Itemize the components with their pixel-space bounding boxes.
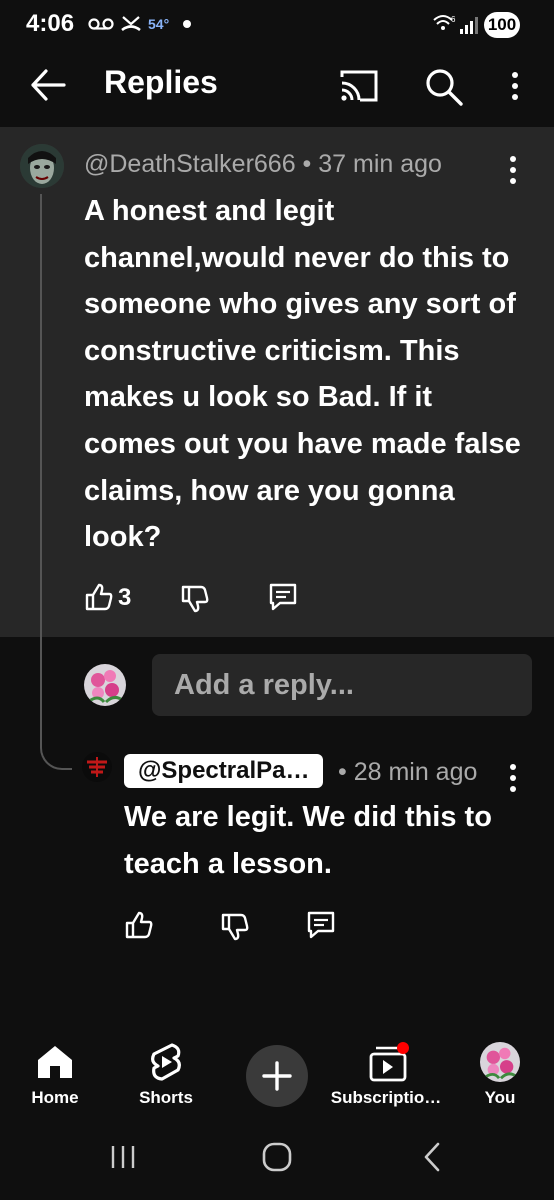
- reply-to-reply-icon[interactable]: [306, 910, 336, 940]
- system-navigation-bar: [0, 1130, 554, 1200]
- recent-apps-icon[interactable]: [110, 1144, 136, 1170]
- like-icon[interactable]: [84, 582, 114, 612]
- missed-call-icon: [121, 16, 141, 32]
- reply-dislike-icon[interactable]: [220, 912, 250, 942]
- reply-age: • 28 min ago: [338, 758, 478, 786]
- cast-icon[interactable]: [338, 68, 380, 104]
- weather-temperature: 54°: [148, 16, 170, 32]
- comment-meta: @DeathStalker666 • 37 min ago: [84, 150, 442, 179]
- status-bar: 4:06 54° 6 100: [0, 0, 554, 50]
- svg-text:6: 6: [451, 15, 456, 24]
- reply-comment-icon[interactable]: [268, 582, 298, 612]
- voicemail-icon: [88, 18, 114, 30]
- nav-subscriptions-label: Subscriptio…: [330, 1088, 442, 1107]
- search-icon[interactable]: [424, 67, 464, 107]
- subscriptions-icon: [369, 1042, 409, 1082]
- status-notification-icons: 54°: [88, 14, 192, 34]
- more-vert-icon[interactable]: [511, 72, 519, 100]
- profile-avatar: [480, 1042, 520, 1082]
- status-time: 4:06: [26, 10, 75, 37]
- create-button[interactable]: [246, 1045, 308, 1107]
- reply-text: We are legit. We did this to teach a les…: [124, 801, 492, 880]
- back-system-icon[interactable]: [422, 1142, 442, 1172]
- nav-subscriptions[interactable]: Subscriptio…: [330, 1042, 442, 1112]
- page-title: Replies: [104, 64, 218, 100]
- wifi-signal-icon: 6: [433, 15, 478, 34]
- dislike-icon[interactable]: [180, 584, 210, 614]
- home-system-icon[interactable]: [262, 1142, 292, 1172]
- add-reply-input[interactable]: Add a reply...: [152, 654, 532, 716]
- nav-shorts[interactable]: Shorts: [130, 1042, 202, 1112]
- shorts-icon: [151, 1043, 181, 1081]
- reply-author-chip[interactable]: @SpectralPa…: [124, 754, 324, 788]
- reply-more-icon[interactable]: [509, 764, 517, 792]
- user-avatar: [84, 664, 126, 706]
- home-icon: [38, 1046, 72, 1078]
- comment-more-icon[interactable]: [509, 156, 517, 184]
- battery-indicator: 100: [484, 12, 520, 38]
- more-notifications-dot-icon: [183, 20, 192, 28]
- comment-age: 37 min ago: [318, 150, 442, 178]
- nav-you-label: You: [484, 1088, 516, 1107]
- nav-home[interactable]: Home: [22, 1042, 88, 1112]
- comment-text: A honest and legit channel,would never d…: [84, 195, 521, 554]
- create-plus-icon: [262, 1061, 292, 1091]
- reply-like-icon[interactable]: [124, 910, 154, 940]
- back-arrow-icon[interactable]: [30, 68, 66, 102]
- like-count: 3: [118, 584, 132, 611]
- commenter-avatar[interactable]: [20, 144, 64, 188]
- nav-you[interactable]: You: [470, 1042, 530, 1112]
- comment-author[interactable]: @DeathStalker666: [84, 150, 296, 178]
- meta-separator: •: [295, 150, 319, 178]
- nav-shorts-label: Shorts: [139, 1088, 193, 1107]
- nav-home-label: Home: [31, 1088, 79, 1107]
- thread-connector-line: [40, 194, 72, 770]
- channel-avatar[interactable]: [82, 752, 112, 782]
